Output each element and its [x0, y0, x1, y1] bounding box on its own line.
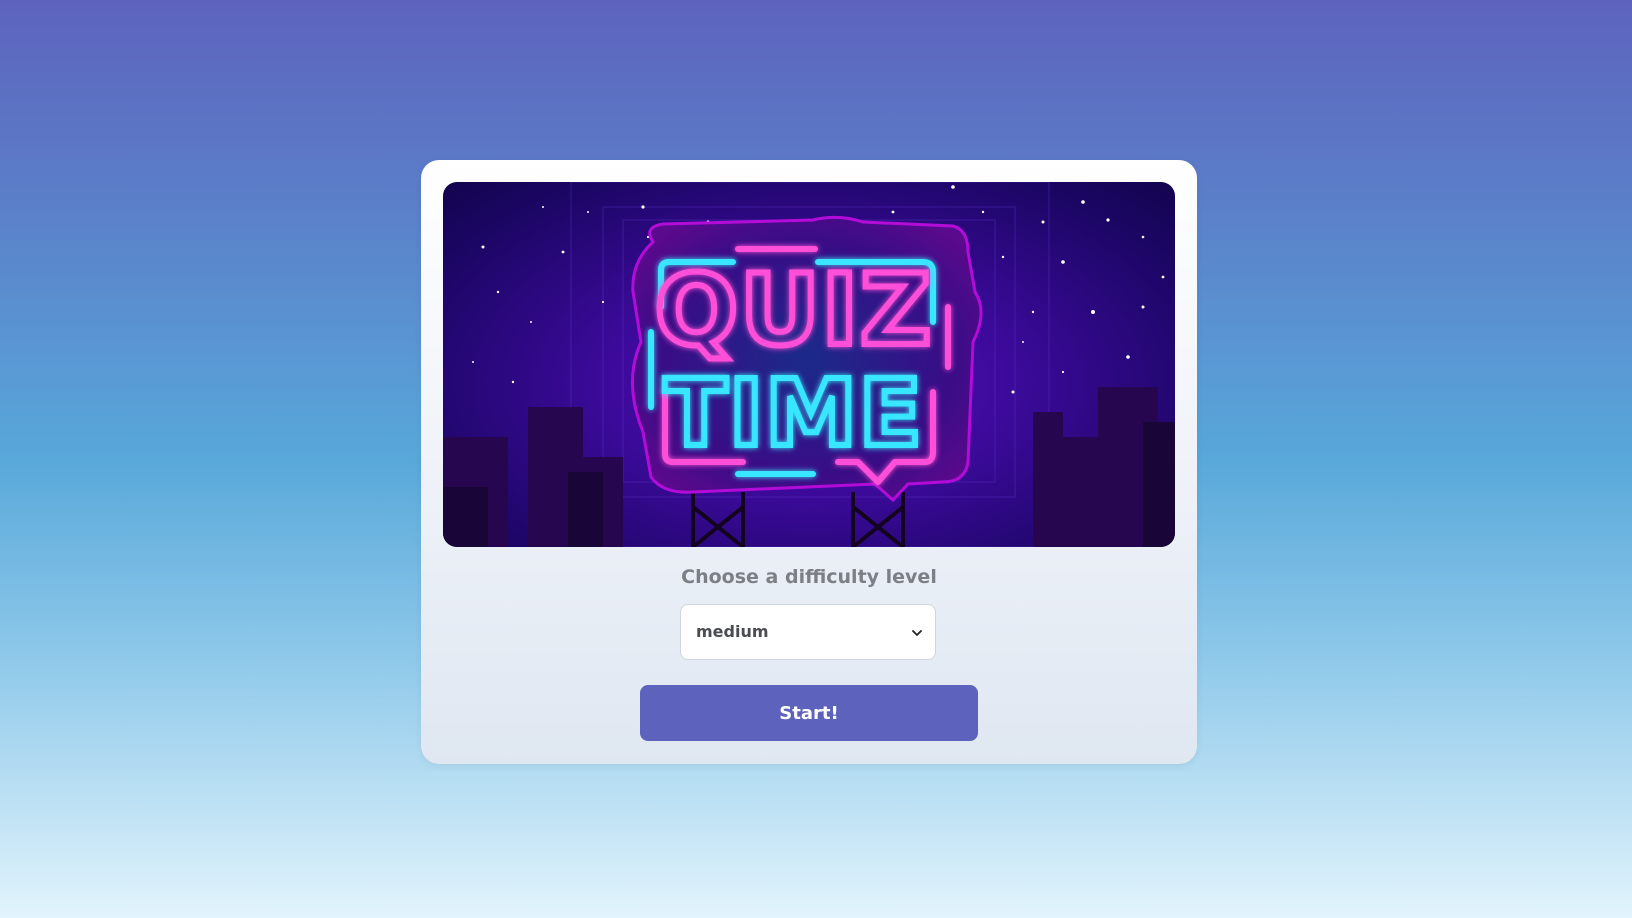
sign-supports: [691, 492, 905, 547]
sign-text-time: TIME: [664, 360, 923, 467]
quiz-start-card: QUIZ TIME Choose a difficulty level medi…: [421, 160, 1197, 764]
quiz-time-banner-image: QUIZ TIME: [443, 182, 1175, 547]
difficulty-select-value: medium: [696, 622, 769, 641]
sign-text-quiz: QUIZ: [655, 254, 933, 368]
chevron-down-icon: [912, 630, 922, 636]
difficulty-label: Choose a difficulty level: [681, 566, 937, 588]
difficulty-select[interactable]: medium: [680, 604, 936, 660]
start-button[interactable]: Start!: [640, 685, 978, 741]
